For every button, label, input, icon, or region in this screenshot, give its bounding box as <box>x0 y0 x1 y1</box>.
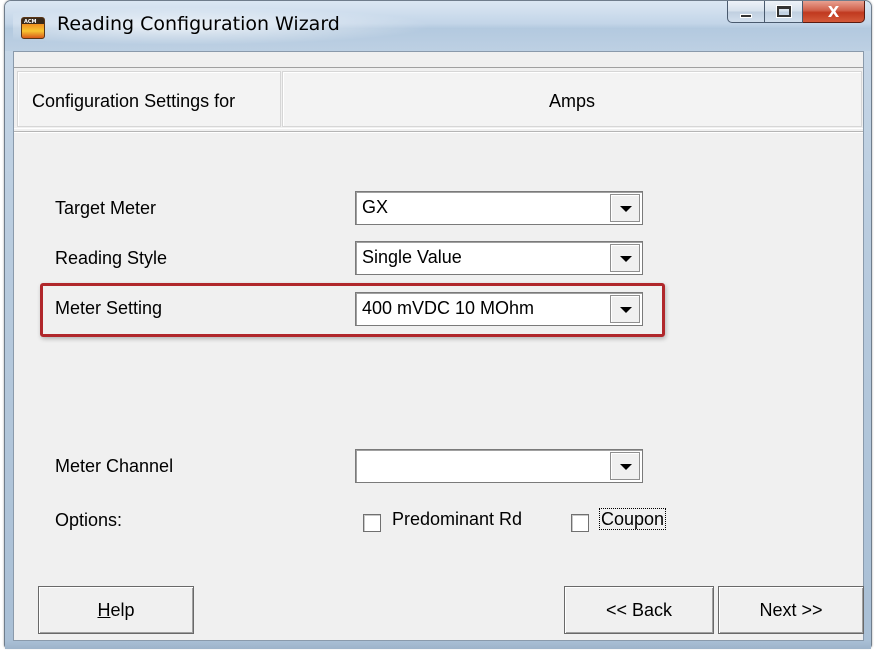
options-label: Options: <box>55 510 123 530</box>
help-button-label: Help <box>97 600 135 620</box>
chevron-down-icon[interactable] <box>610 244 640 272</box>
meter-channel-select[interactable] <box>355 449 643 483</box>
reading-style-label: Reading Style <box>55 248 168 268</box>
meter-setting-select[interactable]: 400 mVDC 10 MOhm <box>355 292 643 326</box>
maximize-icon <box>775 5 792 18</box>
maximize-button[interactable] <box>765 1 803 23</box>
target-meter-select[interactable]: GX <box>355 191 643 225</box>
caption-buttons: X <box>727 1 865 23</box>
meter-setting-label: Meter Setting <box>55 298 163 318</box>
predominant-rd-checkbox[interactable] <box>363 514 381 532</box>
coupon-label-wrap[interactable]: Coupon <box>599 508 667 530</box>
minimize-icon <box>740 13 752 18</box>
predominant-rd-label[interactable]: Predominant Rd <box>392 509 522 530</box>
window-bottom-border <box>5 641 871 649</box>
coupon-label[interactable]: Coupon <box>599 508 667 530</box>
config-header: Configuration Settings for Amps <box>14 67 863 129</box>
reading-style-select[interactable]: Single Value <box>355 241 643 275</box>
next-button[interactable]: Next >> <box>718 586 864 634</box>
reading-style-value: Single Value <box>362 247 462 267</box>
chevron-down-icon[interactable] <box>610 194 640 222</box>
meter-channel-label: Meter Channel <box>55 456 174 476</box>
header-divider <box>14 131 863 133</box>
chevron-down-icon[interactable] <box>610 295 640 323</box>
config-target-label: Amps <box>282 71 862 127</box>
target-meter-label: Target Meter <box>55 198 157 218</box>
target-meter-value: GX <box>362 197 389 217</box>
minimize-button[interactable] <box>727 1 765 23</box>
wizard-window: ACM Reading Configuration Wizard X Confi… <box>4 0 872 649</box>
window-title: Reading Configuration Wizard <box>57 13 340 35</box>
back-button[interactable]: << Back <box>564 586 714 634</box>
help-button[interactable]: Help <box>38 586 194 634</box>
meter-setting-value: 400 mVDC 10 MOhm <box>362 298 535 318</box>
dialog-client-area: Configuration Settings for Amps Target M… <box>13 51 864 641</box>
config-settings-label: Configuration Settings for <box>17 71 281 127</box>
close-button[interactable]: X <box>803 1 865 23</box>
chevron-down-icon[interactable] <box>610 452 640 480</box>
close-icon: X <box>827 2 840 21</box>
app-icon[interactable]: ACM <box>21 17 45 39</box>
coupon-checkbox[interactable] <box>571 514 589 532</box>
